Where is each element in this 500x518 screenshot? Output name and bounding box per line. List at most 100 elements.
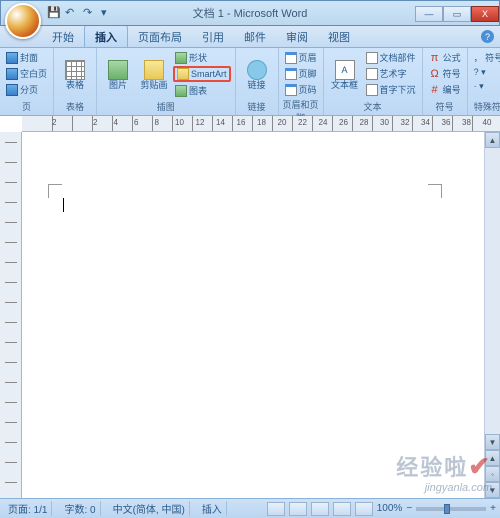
vertical-scrollbar[interactable]: ▲ ▼ ▲ ◦ ▼ [484, 132, 500, 498]
ruler-numbers: 2246810121416182022242628303234363840 [52, 118, 489, 127]
special-comma-button[interactable]: ， 符号 ▾ [472, 50, 500, 65]
pagenum-icon [285, 84, 297, 96]
status-bar: 页面: 1/1 字数: 0 中文(简体, 中国) 插入 100% − + [0, 498, 500, 518]
footer-icon [285, 68, 297, 80]
chart-icon [175, 85, 187, 97]
maximize-button[interactable]: ▭ [443, 6, 471, 22]
text-cursor [63, 198, 64, 212]
textbox-button[interactable]: A 文本框 [328, 50, 362, 99]
window-buttons: — ▭ X [415, 4, 499, 22]
scroll-down-button[interactable]: ▼ [485, 434, 500, 450]
tab-layout[interactable]: 页面布局 [128, 26, 192, 47]
cover-page-button[interactable]: 封面 [4, 50, 49, 65]
status-language[interactable]: 中文(简体, 中国) [109, 501, 190, 516]
group-text-label: 文本 [328, 99, 418, 114]
picture-button[interactable]: 图片 [101, 50, 135, 99]
picture-icon [108, 60, 128, 80]
tab-mailings[interactable]: 邮件 [234, 26, 276, 47]
chart-button[interactable]: 图表 [173, 83, 231, 98]
ribbon-tabs: 开始 插入 页面布局 引用 邮件 审阅 视图 ? [0, 26, 500, 48]
special-dot-button[interactable]: · ▾ [472, 80, 500, 93]
margin-corner-tl [48, 184, 62, 198]
zoom-thumb[interactable] [444, 504, 450, 514]
status-words[interactable]: 字数: 0 [60, 501, 100, 516]
number-button[interactable]: #编号 [427, 82, 463, 97]
group-links: 链接 链接 [236, 48, 279, 115]
redo-icon[interactable]: ↷ [83, 6, 97, 20]
save-icon[interactable]: 💾 [47, 6, 61, 20]
vertical-ruler[interactable] [0, 132, 22, 498]
docparts-icon [366, 52, 378, 64]
equation-button[interactable]: π公式 [427, 50, 463, 65]
close-button[interactable]: X [471, 6, 499, 22]
group-symbols: π公式 Ω符号 #编号 符号 [423, 48, 468, 115]
workspace: ▲ ▼ ▲ ◦ ▼ [0, 132, 500, 498]
zoom-in-button[interactable]: + [490, 503, 496, 514]
zoom-slider[interactable] [416, 507, 486, 511]
group-special-label: 特殊符号 [472, 99, 500, 114]
zoom-percent[interactable]: 100% [377, 503, 403, 514]
dropcap-icon [366, 84, 378, 96]
docparts-button[interactable]: 文档部件 [364, 50, 418, 65]
hash-icon: # [429, 84, 441, 96]
special-q-button[interactable]: ? ▾ [472, 66, 500, 79]
smartart-button[interactable]: SmartArt [173, 66, 231, 82]
footer-button[interactable]: 页脚 [283, 66, 319, 81]
status-page[interactable]: 页面: 1/1 [4, 501, 52, 516]
view-print-button[interactable] [267, 502, 285, 516]
title-bar: 💾 ↶ ↷ ▾ 文档 1 - Microsoft Word — ▭ X [0, 0, 500, 26]
group-header-footer: 页眉 页脚 页码 页眉和页脚 [279, 48, 324, 115]
view-web-button[interactable] [311, 502, 329, 516]
table-button[interactable]: 表格 [58, 50, 92, 99]
tab-home[interactable]: 开始 [42, 26, 84, 47]
symbol-button[interactable]: Ω符号 [427, 66, 463, 81]
margin-corner-tr [428, 184, 442, 198]
wordart-button[interactable]: 艺术字 [364, 66, 418, 81]
hyperlink-button[interactable]: 链接 [240, 50, 274, 99]
undo-icon[interactable]: ↶ [65, 6, 79, 20]
status-mode[interactable]: 插入 [198, 501, 227, 516]
zoom-out-button[interactable]: − [406, 503, 412, 514]
blank-icon [6, 68, 18, 80]
link-icon [247, 60, 267, 80]
shapes-button[interactable]: 形状 [173, 50, 231, 65]
watermark-en: jingyanla.com [396, 482, 492, 494]
qat-more-icon[interactable]: ▾ [101, 6, 115, 20]
scroll-up-button[interactable]: ▲ [485, 132, 500, 148]
zoom-controls: 100% − + [267, 502, 496, 516]
tab-view[interactable]: 视图 [318, 26, 360, 47]
group-links-label: 链接 [240, 99, 274, 114]
group-illus-label: 插图 [101, 99, 231, 114]
tab-review[interactable]: 审阅 [276, 26, 318, 47]
group-pages-label: 页 [4, 99, 49, 114]
group-special: ， 符号 ▾ ? ▾ · ▾ 特殊符号 [468, 48, 500, 115]
office-button[interactable] [5, 3, 41, 39]
page-break-button[interactable]: 分页 [4, 82, 49, 97]
document-page[interactable] [30, 136, 460, 494]
group-tables-label: 表格 [58, 99, 92, 114]
view-outline-button[interactable] [333, 502, 351, 516]
table-icon [65, 60, 85, 80]
header-button[interactable]: 页眉 [283, 50, 319, 65]
textbox-icon: A [335, 60, 355, 80]
check-icon: ✔ [468, 451, 492, 481]
smartart-icon [177, 68, 189, 80]
clipart-button[interactable]: 剪贴画 [137, 50, 171, 99]
pagenum-button[interactable]: 页码 [283, 82, 319, 97]
horizontal-ruler[interactable]: 2246810121416182022242628303234363840 [22, 116, 500, 132]
view-draft-button[interactable] [355, 502, 373, 516]
shapes-icon [175, 52, 187, 64]
view-fullscreen-button[interactable] [289, 502, 307, 516]
tab-insert[interactable]: 插入 [84, 25, 128, 47]
minimize-button[interactable]: — [415, 6, 443, 22]
dropcap-button[interactable]: 首字下沉 [364, 82, 418, 97]
break-icon [6, 84, 18, 96]
blank-page-button[interactable]: 空白页 [4, 66, 49, 81]
quick-access-toolbar: 💾 ↶ ↷ ▾ [47, 6, 115, 20]
watermark-cn: 经验啦 [396, 455, 468, 480]
tab-references[interactable]: 引用 [192, 26, 234, 47]
window-title: 文档 1 - Microsoft Word [193, 5, 308, 21]
scroll-track[interactable] [485, 148, 500, 434]
help-icon[interactable]: ? [481, 30, 494, 43]
page-area[interactable] [22, 132, 484, 498]
